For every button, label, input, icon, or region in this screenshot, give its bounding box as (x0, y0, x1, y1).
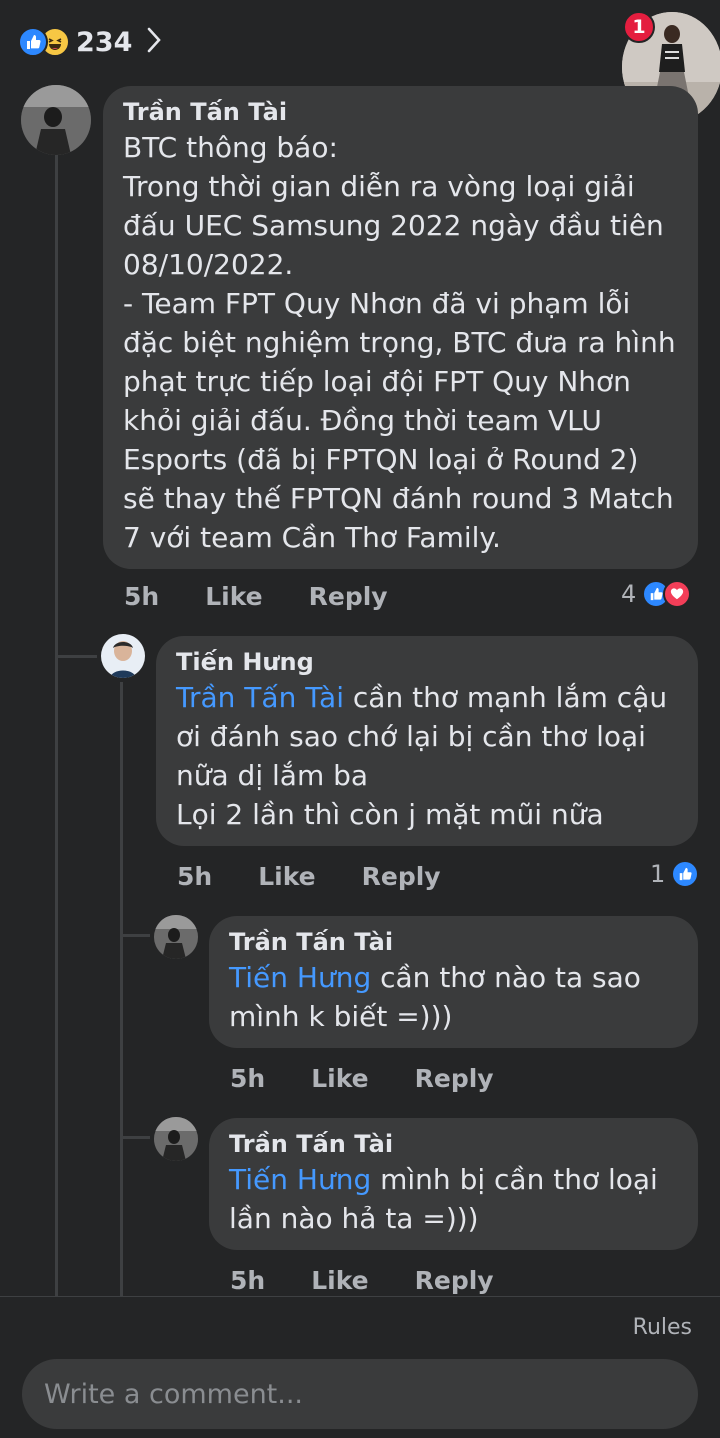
reaction-count: 234 (76, 26, 133, 58)
comment-actions: 5h Like Reply (124, 582, 434, 611)
comment-text: Trần Tấn Tài cần thơ mạnh lắm cậu ơi đán… (176, 678, 678, 834)
chevron-right-icon[interactable] (146, 26, 162, 58)
thread-line (120, 682, 123, 1298)
avatar[interactable] (21, 85, 91, 155)
like-icon (18, 27, 48, 57)
reactions-summary[interactable]: 234 (18, 22, 162, 62)
like-button[interactable]: Like (205, 582, 262, 611)
thread-branch (120, 934, 150, 937)
comment-reactions[interactable]: 4 (621, 580, 692, 608)
reply-button[interactable]: Reply (415, 1266, 494, 1295)
comment-text: Tiến Hưng cần thơ nào ta sao mình k biết… (229, 958, 678, 1036)
like-button[interactable]: Like (258, 862, 315, 891)
like-icon (671, 860, 700, 888)
reaction-icons (18, 27, 70, 57)
avatar[interactable] (154, 1117, 198, 1161)
comment-author[interactable]: Tiến Hưng (176, 646, 678, 678)
comment-text: Tiến Hưng mình bị cần thơ loại lần nào h… (229, 1160, 678, 1238)
comment-author[interactable]: Trần Tấn Tài (123, 96, 678, 128)
comment-composer: Rules (0, 1296, 720, 1438)
avatar[interactable] (154, 915, 198, 959)
thread-branch (120, 1136, 150, 1139)
comment-actions: 5h Like Reply (230, 1266, 540, 1295)
comment-input[interactable] (44, 1378, 676, 1410)
comment-bubble[interactable]: Trần Tấn Tài BTC thông báo: Trong thời g… (103, 86, 698, 569)
comment-input-wrapper[interactable] (22, 1359, 698, 1429)
reply-button[interactable]: Reply (309, 582, 388, 611)
comment-actions: 5h Like Reply (230, 1064, 540, 1093)
comment-actions: 5h Like Reply (177, 862, 487, 891)
mention-link[interactable]: Tiến Hưng (229, 1163, 371, 1196)
comment-time: 5h (230, 1266, 266, 1295)
reply-button[interactable]: Reply (362, 862, 441, 891)
thread-branch (55, 655, 97, 658)
mention-link[interactable]: Trần Tấn Tài (176, 681, 344, 714)
comment-bubble[interactable]: Tiến Hưng Trần Tấn Tài cần thơ mạnh lắm … (156, 636, 698, 846)
comment-author[interactable]: Trần Tấn Tài (229, 926, 678, 958)
rules-link[interactable]: Rules (633, 1315, 692, 1340)
notification-badge: 1 (623, 11, 655, 43)
thread-line (55, 152, 58, 1298)
reaction-count: 4 (621, 580, 637, 608)
reply-button[interactable]: Reply (415, 1064, 494, 1093)
comment-bubble[interactable]: Trần Tấn Tài Tiến Hưng mình bị cần thơ l… (209, 1118, 698, 1250)
love-icon (663, 580, 692, 608)
like-button[interactable]: Like (311, 1064, 368, 1093)
comment-text: BTC thông báo: Trong thời gian diễn ra v… (123, 131, 676, 554)
comment-bubble[interactable]: Trần Tấn Tài Tiến Hưng cần thơ nào ta sa… (209, 916, 698, 1048)
comment-reactions[interactable]: 1 (650, 860, 700, 888)
comments-page: 234 1 Trần Tấn Tài BTC thông báo: Trong … (0, 0, 720, 1438)
comment-author[interactable]: Trần Tấn Tài (229, 1128, 678, 1160)
comment-time: 5h (177, 862, 213, 891)
avatar[interactable] (101, 634, 145, 678)
like-button[interactable]: Like (311, 1266, 368, 1295)
comment-time: 5h (124, 582, 160, 611)
reaction-count: 1 (650, 860, 666, 888)
mention-link[interactable]: Tiến Hưng (229, 961, 371, 994)
comment-time: 5h (230, 1064, 266, 1093)
